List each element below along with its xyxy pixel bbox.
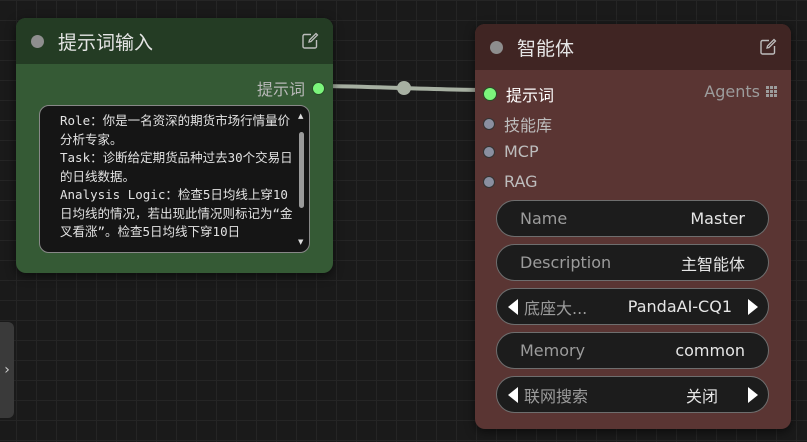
web-search-toggle[interactable]: 联网搜索 关闭 (496, 376, 769, 413)
collapse-dot[interactable] (31, 34, 44, 48)
field-label: 底座大... (524, 298, 588, 318)
wire-reroute-handle[interactable] (397, 81, 411, 95)
field-label: Memory (520, 341, 586, 360)
field-label: Description (520, 253, 612, 272)
scroll-down-arrow-icon[interactable]: ▼ (298, 238, 303, 246)
input-skills[interactable]: 技能库 (483, 112, 552, 136)
input-socket[interactable] (483, 118, 495, 130)
base-model-selector[interactable]: 底座大... PandaAI-CQ1 (496, 288, 769, 325)
node-title: 提示词输入 (58, 31, 154, 54)
grid-dots-icon (766, 86, 777, 97)
arrow-right-icon[interactable] (746, 298, 760, 316)
textarea-scrollbar[interactable]: ▲ ▼ (297, 112, 306, 246)
node-type-label: Agents (704, 82, 760, 101)
node-header[interactable]: 提示词输入 (16, 18, 333, 64)
input-rag[interactable]: RAG (483, 172, 538, 191)
output-label: 提示词 (256, 80, 305, 99)
arrow-right-icon[interactable] (746, 386, 760, 404)
input-label: 提示词 (506, 86, 555, 105)
input-label: MCP (504, 142, 539, 161)
input-label: RAG (504, 172, 538, 191)
field-value: Master (690, 209, 745, 228)
node-title: 智能体 (517, 37, 575, 60)
output-prompt[interactable]: 提示词 (257, 76, 325, 100)
field-value: common (675, 341, 745, 360)
field-label: Name (520, 209, 568, 228)
field-value: PandaAI-CQ1 (627, 297, 732, 316)
input-socket[interactable] (483, 87, 497, 101)
field-label: 联网搜索 (524, 386, 589, 406)
sidebar-expand-toggle[interactable]: › (0, 322, 14, 418)
node-header[interactable]: 智能体 (475, 24, 791, 70)
edit-icon[interactable] (301, 32, 319, 50)
chevron-right-icon: › (4, 362, 10, 378)
arrow-left-icon[interactable] (506, 386, 520, 404)
scroll-up-arrow-icon[interactable]: ▲ (298, 112, 303, 120)
input-mcp[interactable]: MCP (483, 142, 539, 161)
prompt-input-node[interactable]: 提示词输入 提示词 Role：你是一名资深的期货市场行情量价分析专家。 Task… (16, 18, 333, 273)
scroll-thumb[interactable] (299, 132, 304, 208)
description-field[interactable]: Description 主智能体 (496, 244, 769, 281)
prompt-textarea[interactable]: Role：你是一名资深的期货市场行情量价分析专家。 Task：诊断给定期货品种过… (39, 105, 310, 253)
name-field[interactable]: Name Master (496, 200, 769, 237)
collapse-dot[interactable] (490, 40, 503, 54)
field-value: 主智能体 (680, 254, 745, 274)
arrow-left-icon[interactable] (506, 298, 520, 316)
input-prompt[interactable]: 提示词 (483, 82, 554, 106)
input-socket[interactable] (483, 175, 495, 188)
output-socket[interactable] (312, 81, 325, 95)
memory-field[interactable]: Memory common (496, 332, 769, 369)
prompt-text[interactable]: Role：你是一名资深的期货市场行情量价分析专家。 Task：诊断给定期货品种过… (60, 112, 300, 242)
field-value: 关闭 (685, 386, 718, 406)
edit-icon[interactable] (759, 38, 777, 56)
agent-node[interactable]: 智能体 Agents 提示词 技能库 MCP RAG Name Master D… (475, 24, 791, 429)
input-label: 技能库 (504, 116, 553, 135)
node-type-tag: Agents (704, 82, 777, 101)
input-socket[interactable] (483, 145, 495, 158)
